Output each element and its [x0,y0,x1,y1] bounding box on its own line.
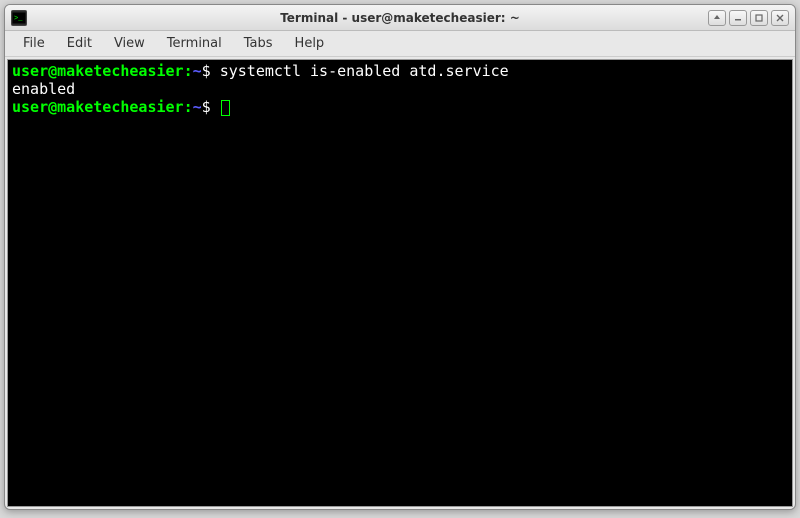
menu-file[interactable]: File [13,33,55,54]
stick-button[interactable] [708,10,726,26]
terminal-viewport[interactable]: user@maketecheasier:~$ systemctl is-enab… [7,59,793,507]
terminal-window: >_ Terminal - user@maketecheasier: ~ Fil… [4,4,796,510]
window-controls [708,10,789,26]
menu-view[interactable]: View [104,33,155,54]
prompt-symbol: $ [202,62,220,80]
prompt-user: user@maketecheasier [12,98,184,116]
menu-tabs[interactable]: Tabs [234,33,283,54]
close-button[interactable] [771,10,789,26]
menu-help[interactable]: Help [285,33,335,54]
command-text: systemctl is-enabled atd.service [220,62,509,80]
prompt-separator: : [184,62,193,80]
prompt-separator: : [184,98,193,116]
minimize-button[interactable] [729,10,747,26]
cursor [221,100,230,116]
prompt-symbol: $ [202,98,220,116]
menu-terminal[interactable]: Terminal [157,33,232,54]
menu-edit[interactable]: Edit [57,33,102,54]
terminal-line: user@maketecheasier:~$ systemctl is-enab… [12,62,788,80]
terminal-line: user@maketecheasier:~$ [12,98,788,116]
prompt-user: user@maketecheasier [12,62,184,80]
menubar: File Edit View Terminal Tabs Help [5,31,795,57]
terminal-line: enabled [12,80,788,98]
maximize-button[interactable] [750,10,768,26]
prompt-path: ~ [193,62,202,80]
window-title: Terminal - user@maketecheasier: ~ [5,11,795,25]
titlebar[interactable]: >_ Terminal - user@maketecheasier: ~ [5,5,795,31]
terminal-app-icon: >_ [11,10,27,26]
svg-text:>_: >_ [14,15,23,23]
prompt-path: ~ [193,98,202,116]
output-text: enabled [12,80,75,98]
